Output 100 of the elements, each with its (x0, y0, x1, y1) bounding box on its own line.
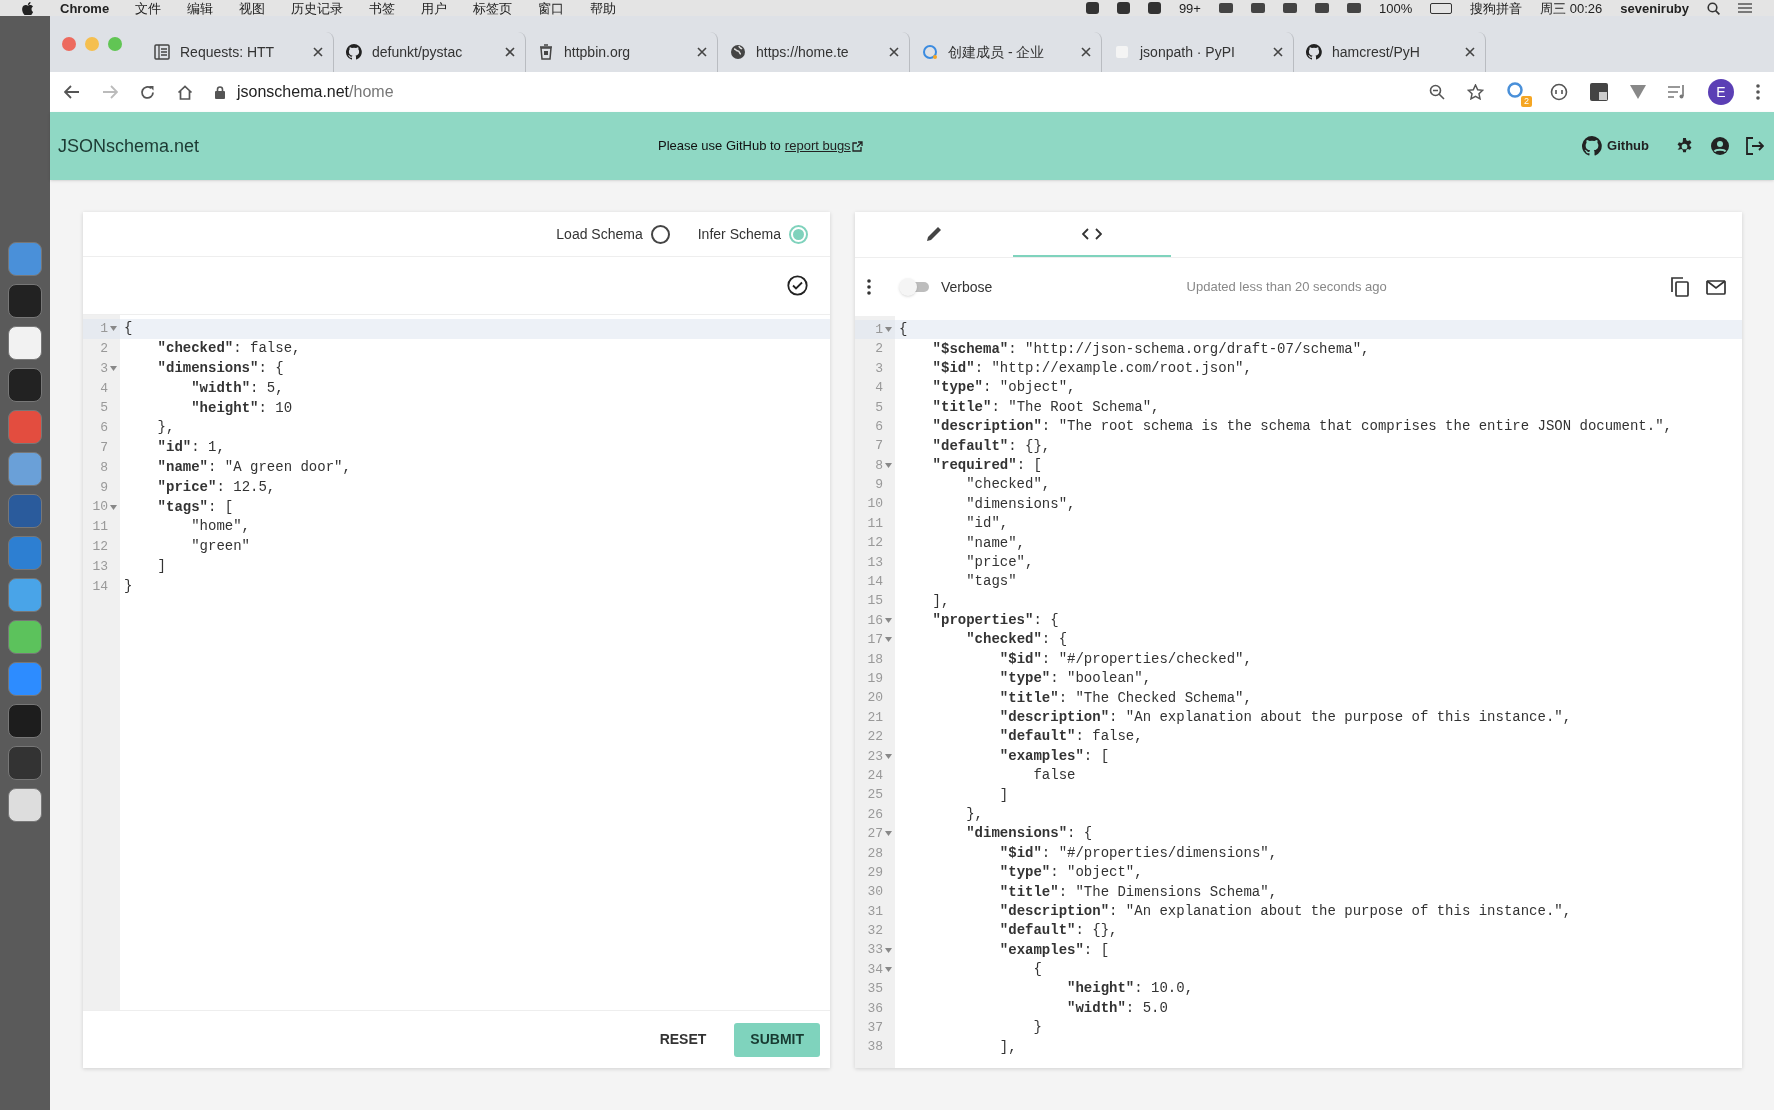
zoom-out-icon[interactable] (1429, 84, 1445, 100)
dock-app-icon[interactable] (8, 620, 42, 654)
back-arrow-icon[interactable] (64, 85, 80, 99)
line-number: 12 (867, 534, 883, 553)
status-icon[interactable] (1147, 2, 1161, 14)
fold-caret-icon[interactable] (884, 462, 892, 468)
pencil-icon (925, 225, 943, 242)
input-method[interactable]: 搜狗拼音 (1470, 1, 1523, 15)
fold-caret-icon[interactable] (884, 637, 892, 643)
line-number: 13 (92, 557, 108, 576)
close-icon[interactable] (889, 47, 899, 57)
code-line: "$schema": "http://json-schema.org/draft-07/schema", (931, 339, 1370, 359)
status-icon[interactable] (1250, 3, 1265, 13)
line-number: 35 (867, 980, 883, 999)
menu-item[interactable]: 文件 (135, 1, 162, 15)
more-options-icon[interactable] (867, 279, 871, 295)
radio-option[interactable]: Infer Schema (697, 223, 808, 245)
apple-icon[interactable] (22, 1, 34, 15)
status-icon[interactable] (1314, 3, 1329, 13)
close-icon[interactable] (1081, 47, 1091, 57)
verbose-toggle[interactable] (899, 278, 931, 296)
fold-caret-icon[interactable] (884, 831, 892, 837)
reload-icon[interactable] (140, 84, 155, 100)
report-bugs-link[interactable]: report bugs (784, 136, 863, 156)
fold-caret-icon[interactable] (884, 947, 892, 953)
close-icon[interactable] (1273, 47, 1283, 57)
menu-item[interactable]: 视图 (239, 1, 266, 15)
dock-app-icon[interactable] (8, 368, 42, 402)
battery-percent[interactable]: 100% (1378, 1, 1413, 15)
github-icon (1306, 44, 1322, 60)
code-line: ], (998, 1037, 1017, 1057)
code-line: "title": "The Root Schema", (931, 397, 1160, 417)
extension-icon[interactable] (1630, 85, 1646, 99)
search-icon[interactable] (1707, 1, 1720, 15)
app-menu[interactable]: Chrome (60, 1, 110, 15)
status-icon[interactable] (1116, 2, 1130, 14)
close-icon[interactable] (697, 47, 707, 57)
check-circle-icon[interactable] (787, 275, 808, 296)
dock-app-icon[interactable] (8, 326, 42, 360)
status-icon[interactable] (1085, 2, 1099, 14)
reset-button[interactable]: RESET (643, 1022, 723, 1057)
radio-option[interactable]: Load Schema (556, 223, 670, 245)
extension-icon[interactable] (1550, 83, 1568, 101)
line-number: 17 (867, 631, 883, 650)
status-icon[interactable] (1218, 3, 1233, 13)
dock-app-icon[interactable] (8, 704, 42, 738)
fold-caret-icon[interactable] (884, 618, 892, 624)
account-icon[interactable] (1710, 136, 1730, 156)
user-name[interactable]: seveniruby (1620, 1, 1689, 15)
dock-app-icon[interactable] (8, 746, 42, 780)
status-icon[interactable] (1346, 3, 1361, 13)
fold-caret-icon[interactable] (109, 326, 117, 332)
line-number: 10 (92, 498, 108, 517)
extension-icon[interactable] (1668, 85, 1686, 99)
address-field[interactable]: jsonschema.net/home (215, 80, 1407, 104)
menu-item[interactable]: 编辑 (187, 1, 214, 15)
ring-icon (922, 44, 938, 60)
extension-icon[interactable] (1590, 83, 1608, 101)
code-line: "$id": "#/properties/checked", (998, 649, 1252, 669)
dock-app-icon[interactable] (8, 788, 42, 822)
fold-caret-icon[interactable] (884, 327, 892, 333)
fold-caret-icon[interactable] (109, 504, 117, 510)
menu-item[interactable]: 窗口 (538, 1, 565, 15)
dock-app-icon[interactable] (8, 452, 42, 486)
code-line: "$id": "#/properties/dimensions", (998, 843, 1278, 863)
notification-count[interactable]: 99+ (1178, 1, 1201, 15)
submit-button[interactable]: SUBMIT (734, 1022, 820, 1057)
line-number: 2 (875, 340, 883, 359)
line-number: 18 (867, 650, 883, 669)
more-options-icon[interactable] (1756, 84, 1760, 100)
site-title[interactable]: JSONschema.net (58, 132, 658, 160)
dock-app-icon[interactable] (8, 284, 42, 318)
copy-icon[interactable] (1671, 277, 1689, 297)
mail-icon[interactable] (1706, 279, 1726, 295)
profile-avatar[interactable]: E (1708, 79, 1734, 105)
code-line: "dimensions", (965, 494, 1076, 514)
fold-caret-icon[interactable] (884, 753, 892, 759)
list-icon[interactable] (1738, 2, 1752, 14)
menu-item[interactable]: 历史记录 (291, 1, 344, 15)
dock-app-icon[interactable] (8, 578, 42, 612)
menu-item[interactable]: 书签 (369, 1, 396, 15)
close-icon[interactable] (313, 47, 323, 57)
status-icon[interactable] (1282, 3, 1297, 13)
menu-item[interactable]: 用户 (421, 1, 448, 15)
home-icon[interactable] (177, 84, 193, 100)
menu-item[interactable]: 标签页 (473, 1, 513, 15)
code-line: "dimensions": { (965, 824, 1093, 844)
github-link[interactable]: Github (1582, 136, 1649, 156)
code-line: "examples": [ (998, 940, 1110, 960)
logout-icon[interactable] (1746, 137, 1764, 155)
code-line: "type": "boolean", (998, 669, 1152, 689)
clock[interactable]: 周三 00:26 (1540, 1, 1603, 15)
code-line: "height": 10 (190, 398, 293, 418)
close-icon[interactable] (505, 47, 515, 57)
line-number: 22 (867, 728, 883, 747)
fold-caret-icon[interactable] (109, 366, 117, 371)
close-icon[interactable] (1465, 47, 1475, 57)
fold-caret-icon[interactable] (884, 967, 892, 973)
star-icon[interactable] (1467, 84, 1484, 100)
menu-item[interactable]: 帮助 (590, 1, 617, 15)
